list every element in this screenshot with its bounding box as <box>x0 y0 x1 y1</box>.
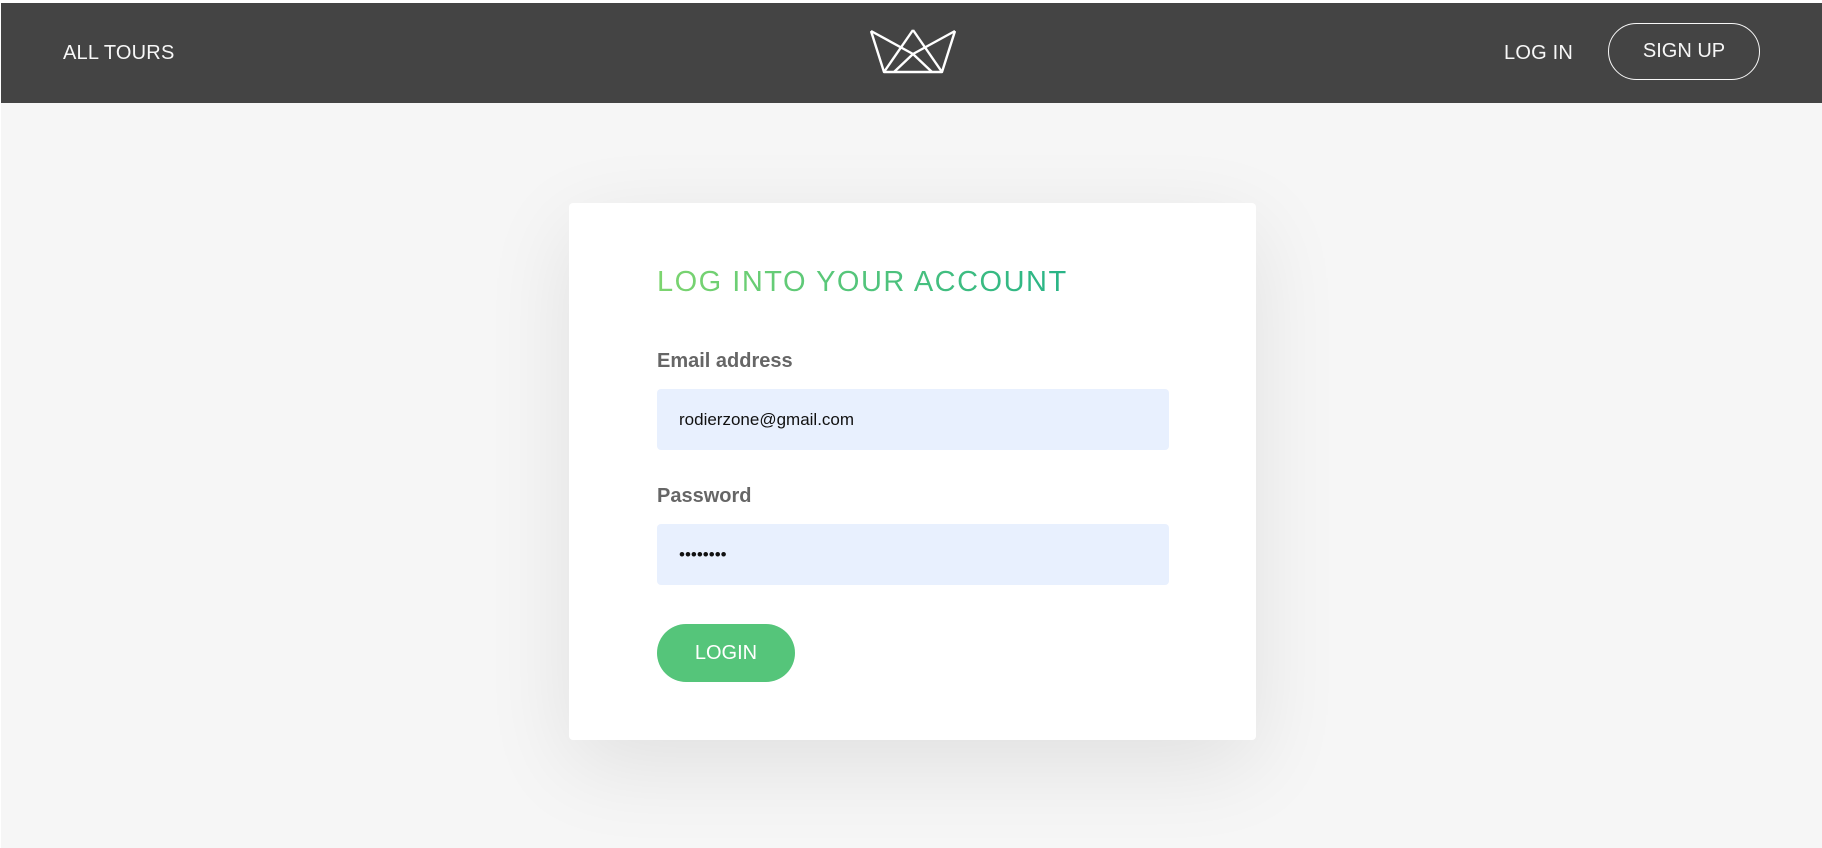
login-link[interactable]: LOG IN <box>1504 42 1573 65</box>
password-input[interactable] <box>657 524 1169 585</box>
login-submit-button[interactable]: LOGIN <box>657 624 795 682</box>
login-card: LOG INTO YOUR ACCOUNT Email address Pass… <box>569 203 1256 740</box>
page: ALL TOURS LOG IN SIGN UP LOG INTO YOUR A… <box>1 3 1822 848</box>
email-input[interactable] <box>657 389 1169 450</box>
login-title: LOG INTO YOUR ACCOUNT <box>657 266 1068 298</box>
top-navbar: ALL TOURS LOG IN SIGN UP <box>1 3 1822 103</box>
crown-logo-icon[interactable] <box>870 28 956 74</box>
signup-button[interactable]: SIGN UP <box>1608 23 1760 80</box>
all-tours-link[interactable]: ALL TOURS <box>63 42 174 65</box>
password-label: Password <box>657 485 752 507</box>
email-label: Email address <box>657 350 793 372</box>
